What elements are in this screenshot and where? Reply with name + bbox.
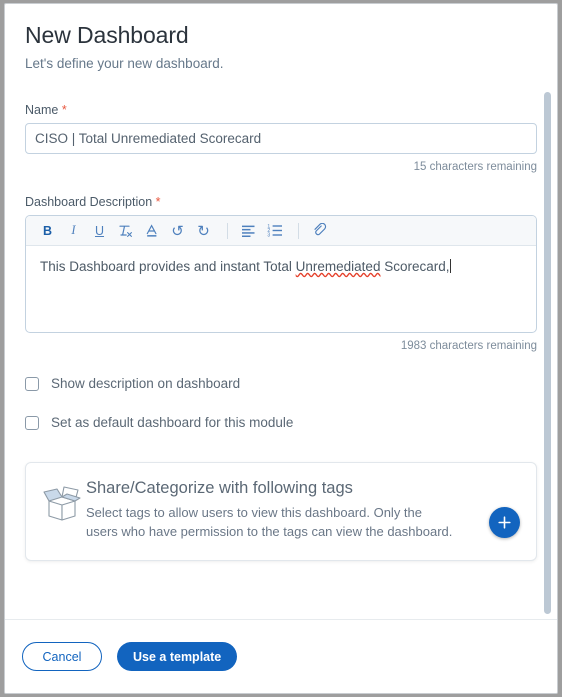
description-editor-content[interactable]: This Dashboard provides and instant Tota… [26, 246, 536, 332]
option-default-dashboard-row[interactable]: Set as default dashboard for this module [25, 415, 537, 430]
redo-icon[interactable]: ↻ [192, 220, 215, 242]
page-title: New Dashboard [25, 22, 189, 48]
dashboard-name-input[interactable] [25, 123, 537, 154]
name-character-counter: 15 characters remaining [413, 161, 537, 173]
toolbar-divider-2 [298, 222, 299, 239]
underline-icon[interactable]: U [88, 220, 111, 242]
description-character-counter: 1983 characters remaining [400, 340, 537, 352]
tags-card-description: Select tags to allow users to view this … [86, 505, 453, 539]
name-label-text: Name [25, 103, 59, 117]
scrollbar-thumb[interactable] [544, 92, 551, 614]
cancel-button[interactable]: Cancel [22, 642, 102, 671]
description-field-label: Dashboard Description * [25, 195, 537, 209]
use-a-template-button[interactable]: Use a template [117, 642, 238, 671]
open-box-icon [40, 479, 86, 530]
clear-formatting-icon[interactable] [114, 220, 137, 242]
description-text-before: This Dashboard provides and instant Tota… [40, 259, 296, 274]
undo-icon[interactable]: ↺ [166, 220, 189, 242]
align-left-icon[interactable] [237, 220, 260, 242]
default-dashboard-label: Set as default dashboard for this module [51, 415, 294, 430]
add-tag-button[interactable] [489, 507, 520, 538]
description-misspelled-word: Unremediated [295, 259, 381, 274]
ordered-list-icon[interactable]: 1 2 3 [263, 220, 286, 242]
name-field-label: Name * [25, 103, 537, 117]
name-required-marker: * [61, 103, 67, 117]
dialog-footer: Cancel Use a template [5, 619, 557, 693]
tags-card-title: Share/Categorize with following tags [86, 479, 353, 497]
text-caret [450, 259, 452, 273]
show-description-checkbox[interactable] [25, 376, 39, 391]
description-required-marker: * [155, 195, 161, 209]
description-text-after: Scorecard, [380, 259, 450, 274]
bold-icon[interactable]: B [36, 220, 59, 242]
description-label-text: Dashboard Description [25, 195, 153, 209]
editor-toolbar: B I U ↺ ↻ 1 2 3 [26, 216, 536, 246]
default-dashboard-checkbox[interactable] [25, 415, 39, 430]
page-subtitle: Let's define your new dashboard. [25, 56, 224, 71]
toolbar-divider-1 [227, 222, 228, 239]
option-show-description-row[interactable]: Show description on dashboard [25, 376, 537, 391]
show-description-label: Show description on dashboard [51, 376, 241, 391]
share-categorize-tags-card: Share/Categorize with following tags Sel… [25, 462, 537, 561]
dialog-scroll-area: New Dashboard Let's define your new dash… [5, 4, 557, 619]
svg-text:3: 3 [267, 232, 270, 237]
italic-icon[interactable]: I [62, 220, 85, 242]
plus-icon [498, 516, 511, 529]
vertical-scrollbar[interactable] [544, 92, 551, 614]
text-color-icon[interactable] [140, 220, 163, 242]
new-dashboard-dialog: New Dashboard Let's define your new dash… [4, 3, 558, 694]
rich-text-editor: B I U ↺ ↻ 1 2 3 This Dashboard provides … [25, 215, 537, 333]
link-icon[interactable] [308, 220, 331, 242]
